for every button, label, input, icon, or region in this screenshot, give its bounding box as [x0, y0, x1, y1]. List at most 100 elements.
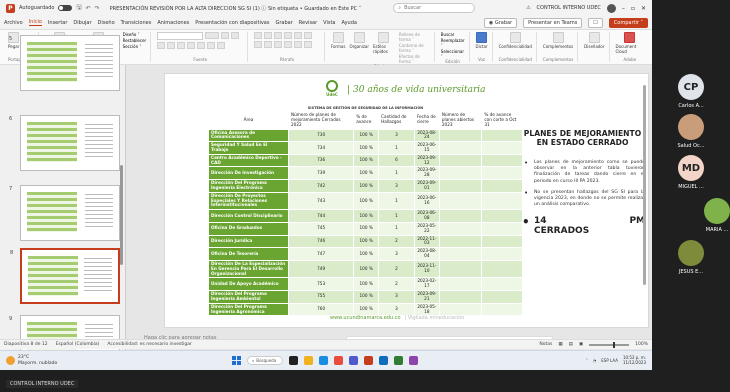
teams-icon[interactable] — [349, 356, 358, 365]
select-button[interactable]: Seleccionar ˅ — [441, 49, 465, 59]
section-button[interactable]: Sección ˅ — [123, 44, 147, 49]
close-icon[interactable]: ✕ — [641, 5, 646, 12]
keyboard-lang[interactable]: ESP LAA — [601, 358, 618, 363]
zoom-level[interactable]: 100% — [635, 342, 648, 347]
file-explorer-icon[interactable] — [304, 356, 313, 365]
tab-revisar[interactable]: Revisar — [299, 20, 317, 26]
app-icon[interactable] — [409, 356, 418, 365]
participant-tile[interactable]: CP Carlos A... — [666, 74, 716, 109]
present-teams-button[interactable]: Presentar en Teams — [523, 17, 583, 28]
font-color-icon[interactable] — [217, 42, 226, 49]
weather-widget[interactable]: 23°C Mayorm. nublado — [6, 355, 57, 366]
shape-effects-button[interactable]: Efectos de forma ˅ — [399, 54, 430, 64]
chrome-icon[interactable] — [334, 356, 343, 365]
font-family-dropdown[interactable] — [157, 32, 204, 40]
shape-fill-button[interactable]: Relleno de forma ˅ — [399, 32, 430, 42]
record-button[interactable]: ◉ Grabar — [483, 17, 518, 28]
wifi-icon[interactable]: ◔ — [593, 358, 597, 363]
slide-thumbnail[interactable]: 5 — [9, 35, 120, 91]
text-direction-icon[interactable] — [294, 41, 303, 48]
tab-animaciones[interactable]: Animaciones — [157, 20, 189, 26]
font-size-dropdown[interactable] — [205, 32, 220, 39]
accessibility-status[interactable]: Accesibilidad: es necesario investigar — [107, 342, 192, 347]
slide-thumbnail-selected[interactable]: 8 — [10, 248, 120, 304]
slide-thumbnail[interactable]: 6 — [9, 115, 120, 171]
dictate-button[interactable]: Dictar — [476, 32, 488, 49]
autosave-toggle[interactable] — [58, 5, 73, 11]
reading-view-icon[interactable]: ▣ — [579, 342, 583, 347]
underline-icon[interactable] — [177, 42, 186, 49]
save-icon[interactable]: 🖫 — [76, 3, 81, 13]
reset-button[interactable]: Restablecer — [123, 38, 147, 43]
search-box[interactable]: ⌕ Buscar — [393, 3, 476, 13]
justify-icon[interactable] — [284, 41, 293, 48]
zoom-slider[interactable] — [589, 341, 630, 348]
tab-presentacion[interactable]: Presentación con diapositivas — [195, 20, 269, 26]
italic-icon[interactable] — [167, 42, 176, 49]
taskbar-search[interactable]: ⌕ Búsqueda — [247, 356, 283, 365]
redo-icon[interactable]: ↷ — [95, 5, 100, 12]
windows-start-icon[interactable] — [232, 356, 241, 365]
maximize-icon[interactable]: ▫ — [631, 5, 635, 12]
tab-ayuda[interactable]: Ayuda — [342, 20, 357, 26]
participant-tile[interactable]: MARIA ... — [692, 198, 730, 233]
indent-more-icon[interactable] — [284, 32, 293, 39]
language-status[interactable]: Español (Colombia) — [56, 342, 100, 347]
addins-button[interactable]: Complementos — [543, 32, 573, 49]
participant-tile[interactable]: Salud Oc... — [666, 114, 716, 149]
align-left-icon[interactable] — [254, 41, 263, 48]
comments-button[interactable]: ☐ — [588, 17, 603, 28]
document-title[interactable]: PRESENTACIÓN REVISIÓN POR LA ALTA DIRECC… — [110, 5, 362, 12]
slide-scrollbar[interactable] — [643, 85, 646, 285]
current-slide[interactable]: UdeC | 30 años de vida universitaria SIST… — [164, 73, 649, 328]
edge-icon[interactable] — [319, 356, 328, 365]
outlook-icon[interactable] — [379, 356, 388, 365]
indent-less-icon[interactable] — [274, 32, 283, 39]
normal-view-icon[interactable]: ▦ — [558, 342, 562, 347]
tab-diseno[interactable]: Diseño — [98, 20, 115, 26]
layout-button[interactable]: Diseño ˅ — [123, 32, 147, 37]
numbering-icon[interactable] — [264, 32, 273, 39]
bold-icon[interactable] — [157, 42, 166, 49]
tab-archivo[interactable]: Archivo — [4, 20, 23, 26]
grow-font-icon[interactable] — [221, 32, 230, 39]
align-right-icon[interactable] — [274, 41, 283, 48]
line-spacing-icon[interactable] — [294, 32, 303, 39]
undo-icon[interactable]: ↶ — [86, 5, 91, 12]
tab-dibujar[interactable]: Dibujar — [73, 20, 91, 26]
align-center-icon[interactable] — [264, 41, 273, 48]
designer-button[interactable]: Diseñador — [584, 32, 605, 49]
document-cloud-button[interactable]: Document Cloud — [616, 32, 644, 54]
shrink-font-icon[interactable] — [231, 32, 240, 39]
tab-transiciones[interactable]: Transiciones — [121, 20, 152, 26]
columns-icon[interactable] — [304, 32, 313, 39]
quick-styles-button[interactable]: Estilos rápidos — [373, 32, 395, 54]
tab-insertar[interactable]: Insertar — [48, 20, 67, 26]
spacing-icon[interactable] — [207, 42, 216, 49]
shadow-icon[interactable] — [197, 42, 206, 49]
sorter-view-icon[interactable]: ▤ — [569, 342, 573, 347]
strikethrough-icon[interactable] — [187, 42, 196, 49]
account-avatar[interactable] — [606, 3, 616, 13]
find-button[interactable]: Buscar — [441, 32, 465, 37]
sensitivity-button[interactable]: Confidencialidad — [499, 32, 532, 49]
slide-thumbnail[interactable]: 7 — [9, 185, 120, 241]
tab-grabar[interactable]: Grabar — [275, 20, 292, 26]
participant-tile[interactable]: MD MIGUEL ... — [666, 155, 716, 190]
excel-icon[interactable] — [394, 356, 403, 365]
powerpoint-icon[interactable] — [364, 356, 373, 365]
tab-vista[interactable]: Vista — [323, 20, 335, 26]
clock[interactable]: 10:53 p. m. 11/12/2023 — [623, 355, 646, 366]
replace-button[interactable]: Reemplazar ˅ — [441, 38, 465, 48]
task-view-icon[interactable] — [289, 356, 298, 365]
bullets-icon[interactable] — [254, 32, 263, 39]
share-button[interactable]: Compartir ˅ — [608, 17, 648, 28]
minimize-icon[interactable]: – — [622, 5, 625, 12]
thumbnails-scrollbar[interactable] — [120, 165, 123, 265]
tray-chevron-icon[interactable]: ˄ — [586, 358, 588, 363]
shape-outline-button[interactable]: Contorno de forma ˅ — [399, 43, 430, 53]
arrange-button[interactable]: Organizar — [349, 32, 369, 49]
participant-tile[interactable]: JESUS E... — [666, 240, 716, 275]
notes-toggle[interactable]: Notas — [539, 342, 552, 347]
shapes-button[interactable]: Formas — [331, 32, 345, 49]
